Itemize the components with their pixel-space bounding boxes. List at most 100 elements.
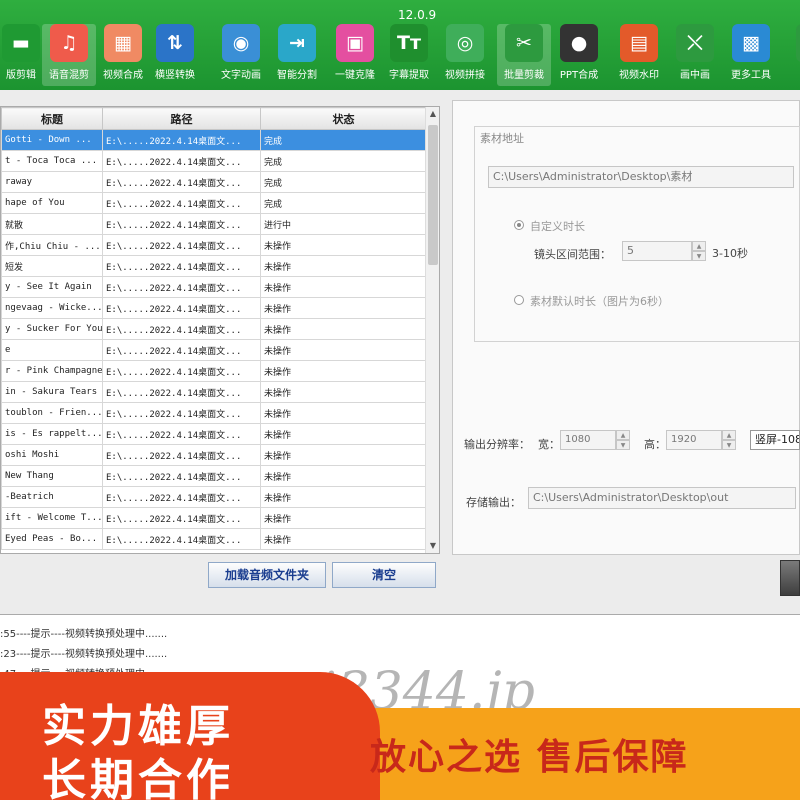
cell-status: 未操作 — [260, 234, 427, 256]
toolbar-label: 文字动画 — [221, 70, 261, 81]
width-up-icon[interactable]: ▲ — [616, 430, 630, 440]
table-row[interactable]: ngevaag - Wicke... E:\.....2022.4.14桌面文..… — [1, 297, 427, 319]
width-input[interactable]: 1080 — [560, 430, 616, 450]
rotate-icon: ⇅ — [156, 24, 194, 62]
toolbar-label: 批量剪裁 — [504, 70, 544, 81]
cell-path: E:\.....2022.4.14桌面文... — [102, 234, 261, 256]
height-up-icon[interactable]: ▲ — [722, 430, 736, 440]
range-hint: 3-10秒 — [712, 247, 748, 260]
cell-title: oshi Moshi — [1, 444, 103, 466]
cell-title: y - See It Again — [1, 276, 103, 298]
clone-icon: ▣ — [336, 24, 374, 62]
store-output-path-field[interactable]: C:\Users\Administrator\Desktop\out — [528, 487, 796, 509]
table-row[interactable]: Eyed Peas - Bo... E:\.....2022.4.14桌面文...… — [1, 528, 427, 550]
table-row[interactable]: ift - Welcome T... E:\.....2022.4.14桌面文..… — [1, 507, 427, 529]
table-row[interactable]: oshi Moshi E:\.....2022.4.14桌面文... 未操作 — [1, 444, 427, 466]
toolbox-icon: ▩ — [732, 24, 770, 62]
cell-status: 未操作 — [260, 297, 427, 319]
table-row[interactable]: is - Es rappelt... E:\.....2022.4.14桌面文..… — [1, 423, 427, 445]
toolbar-label: 视频水印 — [619, 70, 659, 81]
cell-path: E:\.....2022.4.14桌面文... — [102, 528, 261, 550]
cell-status: 未操作 — [260, 402, 427, 424]
toolbar-button-2[interactable]: ♫ 语音混剪 — [42, 24, 96, 86]
toolbar-label: 在 — [788, 66, 800, 81]
table-scrollbar[interactable]: ▲ ▼ — [425, 107, 439, 553]
cell-path: E:\.....2022.4.14桌面文... — [102, 171, 261, 193]
height-input[interactable]: 1920 — [666, 430, 722, 450]
material-path-field[interactable]: C:\Users\Administrator\Desktop\素材 — [488, 166, 794, 188]
toolbar-button-3[interactable]: ▦ 视频合成 — [96, 24, 150, 86]
cell-status: 完成 — [260, 171, 427, 193]
toolbar-button-7[interactable]: ▣ 一键克隆 — [328, 24, 382, 86]
audio-table: 标题 路径 状态 Gotti - Down ... E:\.....2022.4.… — [1, 107, 427, 550]
table-row[interactable]: in - Sakura Tears E:\.....2022.4.14桌面文...… — [1, 381, 427, 403]
load-audio-folder-button[interactable]: 加载音频文件夹 — [208, 562, 326, 588]
scrollbar-thumb[interactable] — [428, 125, 438, 265]
export-icon: ⇥ — [278, 24, 316, 62]
cell-status: 未操作 — [260, 276, 427, 298]
toolbar-button-9[interactable]: ◎ 视频拼接 — [438, 24, 492, 86]
cell-path: E:\.....2022.4.14桌面文... — [102, 192, 261, 214]
cell-status: 未操作 — [260, 255, 427, 277]
audio-list: 标题 路径 状态 Gotti - Down ... E:\.....2022.4.… — [0, 106, 440, 554]
toolbar-button-13[interactable]: ⤬ 画中画 — [668, 24, 722, 86]
table-row[interactable]: hape of You E:\.....2022.4.14桌面文... 完成 — [1, 192, 427, 214]
toolbar-label: 语音混剪 — [49, 70, 89, 81]
store-output-label: 存储输出： — [466, 496, 521, 509]
cell-path: E:\.....2022.4.14桌面文... — [102, 339, 261, 361]
column-header-path[interactable]: 路径 — [102, 107, 261, 130]
cell-title: r - Pink Champagne — [1, 360, 103, 382]
cell-title: raway — [1, 171, 103, 193]
table-header: 标题 路径 状态 — [1, 107, 427, 130]
start-button[interactable] — [780, 560, 800, 596]
table-row[interactable]: 短发 E:\.....2022.4.14桌面文... 未操作 — [1, 255, 427, 277]
table-row[interactable]: toublon - Frien... E:\.....2022.4.14桌面文..… — [1, 402, 427, 424]
toolbar-button-10[interactable]: ✂ 批量剪裁 — [497, 24, 551, 86]
toolbar-button-5[interactable]: ◉ 文字动画 — [214, 24, 268, 86]
toolbar-button-15[interactable]: 在 — [788, 24, 800, 86]
width-down-icon[interactable]: ▼ — [616, 440, 630, 450]
column-header-status[interactable]: 状态 — [260, 107, 427, 130]
table-row[interactable]: t - Toca Toca ... E:\.....2022.4.14桌面文...… — [1, 150, 427, 172]
table-row[interactable]: e E:\.....2022.4.14桌面文... 未操作 — [1, 339, 427, 361]
cell-status: 未操作 — [260, 486, 427, 508]
toolbar-button-11[interactable]: ● PPT合成 — [552, 24, 606, 86]
toolbar-button-8[interactable]: Tт 字幕提取 — [382, 24, 436, 86]
toolbar-button-12[interactable]: ▤ 视频水印 — [612, 24, 666, 86]
cell-path: E:\.....2022.4.14桌面文... — [102, 486, 261, 508]
cell-title: is - Es rappelt... — [1, 423, 103, 445]
table-row[interactable]: y - Sucker For You E:\.....2022.4.14桌面文..… — [1, 318, 427, 340]
column-header-title[interactable]: 标题 — [1, 107, 103, 130]
resolution-preset-select[interactable]: 竖屏-108 — [750, 430, 800, 450]
scroll-up-icon[interactable]: ▲ — [426, 107, 439, 121]
scroll-down-icon[interactable]: ▼ — [426, 539, 439, 553]
toolbar-button-6[interactable]: ⇥ 智能分割 — [270, 24, 324, 86]
toolbar-button-1[interactable]: ▬ 版剪辑 — [0, 24, 48, 86]
range-down-icon[interactable]: ▼ — [692, 251, 706, 261]
audio-wave-icon: ◉ — [222, 24, 260, 62]
table-row[interactable]: y - See It Again E:\.....2022.4.14桌面文... 未… — [1, 276, 427, 298]
height-down-icon[interactable]: ▼ — [722, 440, 736, 450]
default-duration-radio[interactable] — [514, 295, 524, 305]
table-row[interactable]: 就散 E:\.....2022.4.14桌面文... 进行中 — [1, 213, 427, 235]
cell-status: 未操作 — [260, 465, 427, 487]
custom-duration-radio[interactable] — [514, 220, 524, 230]
toolbar-button-4[interactable]: ⇅ 横竖转换 — [148, 24, 202, 86]
toolbar-label: 版剪辑 — [6, 70, 36, 81]
material-group — [474, 126, 800, 342]
table-row[interactable]: -Beatrich E:\.....2022.4.14桌面文... 未操作 — [1, 486, 427, 508]
table-row[interactable]: 作,Chiu Chiu - ... E:\.....2022.4.14桌面文...… — [1, 234, 427, 256]
table-row[interactable]: Gotti - Down ... E:\.....2022.4.14桌面文... 完… — [1, 129, 427, 151]
toolbar-button-14[interactable]: ▩ 更多工具 — [724, 24, 778, 86]
range-up-icon[interactable]: ▲ — [692, 241, 706, 251]
cell-status: 进行中 — [260, 213, 427, 235]
table-row[interactable]: raway E:\.....2022.4.14桌面文... 完成 — [1, 171, 427, 193]
cell-path: E:\.....2022.4.14桌面文... — [102, 129, 261, 151]
table-row[interactable]: r - Pink Champagne E:\.....2022.4.14桌面文..… — [1, 360, 427, 382]
table-row[interactable]: New Thang E:\.....2022.4.14桌面文... 未操作 — [1, 465, 427, 487]
clear-button[interactable]: 清空 — [332, 562, 436, 588]
ppt-icon: ● — [560, 24, 598, 62]
range-input[interactable]: 5 — [622, 241, 692, 261]
height-label: 高： — [644, 438, 666, 451]
cell-status: 未操作 — [260, 318, 427, 340]
